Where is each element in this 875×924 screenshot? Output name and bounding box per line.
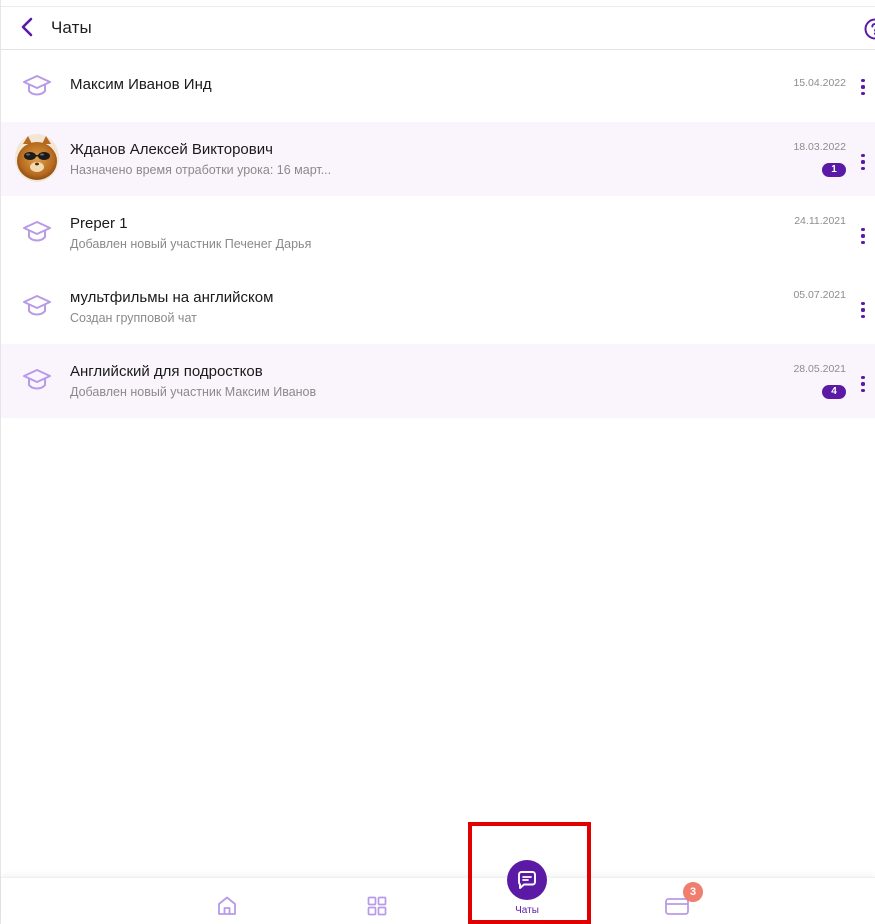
chat-avatar [17, 212, 57, 252]
kebab-dot [861, 166, 865, 170]
chat-last-message: Назначено время отработки урока: 16 март… [70, 163, 332, 177]
chat-list: Максим Иванов Инд 15.04.2022 Жданов Алек… [1, 50, 875, 418]
chat-last-message: Добавлен новый участник Максим Иванов [70, 385, 317, 399]
page-title: Чаты [51, 18, 92, 37]
unread-count-badge: 1 [822, 163, 846, 177]
chat-date: 05.07.2021 [793, 289, 846, 301]
chat-name: мультфильмы на английском [70, 289, 274, 306]
graduation-cap-icon [23, 221, 51, 242]
chat-date: 28.05.2021 [793, 363, 846, 375]
bottom-navigation: Чаты 3 [1, 860, 875, 924]
chat-list-item[interactable]: мультфильмы на английском Создан группов… [1, 270, 875, 344]
chat-last-message: Добавлен новый участник Печенег Дарья [70, 237, 312, 251]
kebab-dot [861, 91, 865, 95]
cat-with-sunglasses-avatar [15, 134, 59, 182]
chat-name: Максим Иванов Инд [70, 76, 212, 93]
chat-date: 18.03.2022 [793, 141, 846, 153]
home-icon [218, 896, 236, 915]
kebab-dot [861, 234, 865, 238]
chats-screen: Чаты Максим Иванов Инд 15.04.2022 Жданов… [0, 0, 875, 924]
kebab-dot [861, 314, 865, 318]
back-button[interactable] [15, 15, 39, 39]
chat-name: Preper 1 [70, 215, 128, 232]
grid-icon [367, 896, 387, 916]
nav-chats-active-circle [507, 860, 547, 900]
kebab-dot [861, 388, 865, 392]
chat-list-item[interactable]: Максим Иванов Инд 15.04.2022 [1, 50, 875, 122]
nav-home[interactable] [215, 894, 239, 918]
graduation-cap-icon [23, 369, 51, 390]
chat-menu-button[interactable] [857, 226, 869, 246]
chat-list-item[interactable]: Английский для подростков Добавлен новый… [1, 344, 875, 418]
chat-icon [518, 871, 536, 889]
chat-name: Жданов Алексей Викторович [70, 141, 273, 158]
kebab-dot [861, 376, 865, 380]
chat-list-item[interactable]: Preper 1 Добавлен новый участник Печенег… [1, 196, 875, 270]
kebab-dot [861, 302, 865, 306]
kebab-dot [861, 382, 865, 386]
question-circle-icon [864, 18, 875, 40]
kebab-dot [861, 160, 865, 164]
kebab-dot [861, 240, 865, 244]
nav-chats-label: Чаты [515, 905, 539, 916]
chat-menu-button[interactable] [857, 152, 869, 172]
chevron-left-icon [21, 17, 33, 37]
chat-menu-button[interactable] [857, 374, 869, 394]
chat-menu-button[interactable] [857, 77, 869, 97]
chat-menu-button[interactable] [857, 300, 869, 320]
chat-last-message: Создан групповой чат [70, 311, 197, 325]
graduation-cap-icon [23, 75, 51, 96]
chat-list-item[interactable]: Жданов Алексей Викторович Назначено врем… [1, 122, 875, 196]
kebab-dot [861, 228, 865, 232]
kebab-dot [861, 85, 865, 89]
chat-date: 24.11.2021 [794, 215, 846, 227]
chat-avatar [17, 66, 57, 106]
nav-catalog[interactable] [365, 894, 389, 918]
unread-count-badge: 4 [822, 385, 846, 399]
kebab-dot [861, 154, 865, 158]
top-bar: Чаты [1, 6, 875, 50]
kebab-dot [861, 79, 865, 83]
chat-name: Английский для подростков [70, 363, 263, 380]
payments-notification-badge: 3 [683, 882, 703, 902]
graduation-cap-icon [23, 295, 51, 316]
kebab-dot [861, 308, 865, 312]
help-button[interactable] [863, 17, 875, 41]
nav-chats[interactable]: Чаты [497, 858, 557, 924]
user-avatar-photo [15, 134, 59, 182]
chat-avatar [17, 360, 57, 400]
chat-date: 15.04.2022 [793, 77, 846, 89]
chat-avatar [17, 286, 57, 326]
